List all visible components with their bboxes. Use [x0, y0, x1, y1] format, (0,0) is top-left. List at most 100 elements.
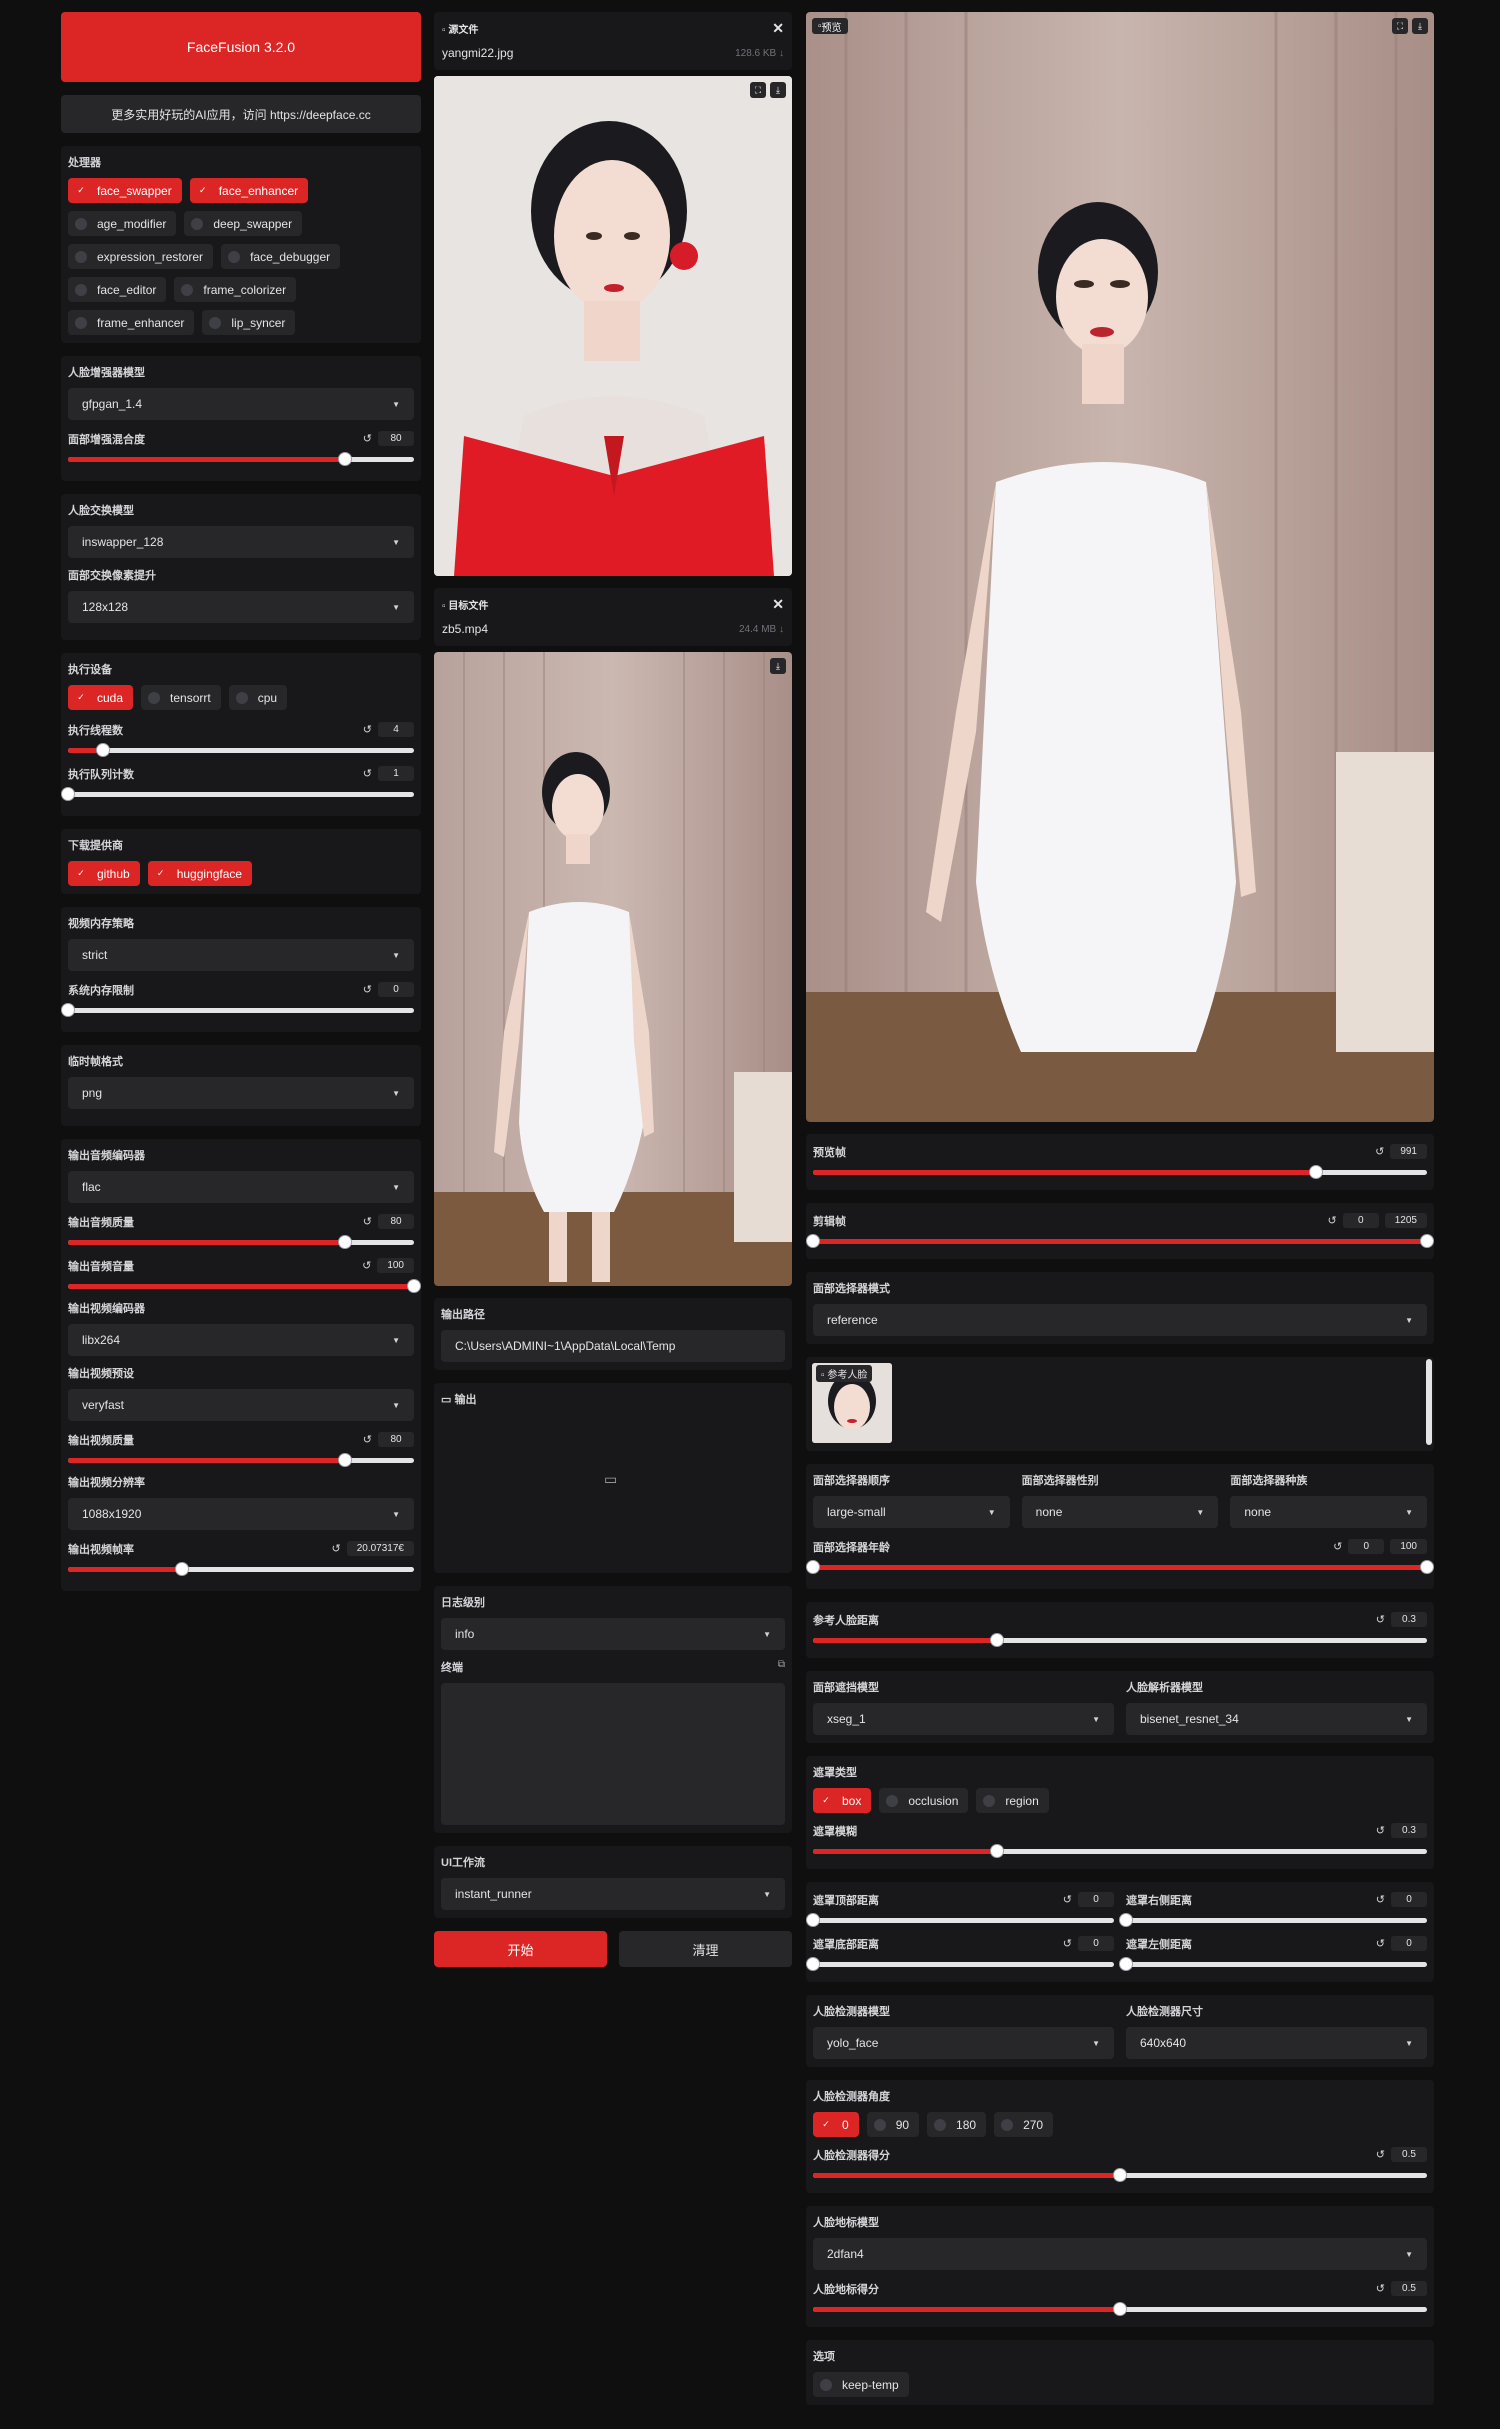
option-checkbox[interactable]: keep-temp	[813, 2372, 909, 2397]
reset-icon: ↺	[1375, 1825, 1385, 1837]
audio-encoder-label: 输出音频编码器	[68, 1150, 145, 1162]
temp-format-label: 临时帧格式	[68, 1056, 123, 1068]
log-level-dropdown[interactable]: info ▼	[441, 1618, 785, 1650]
app-title-button[interactable]: FaceFusion 3.2.0	[61, 12, 421, 82]
detector-angle-checkbox[interactable]: 270	[994, 2112, 1054, 2137]
audio-volume-slider[interactable]: 输出音频音量 ↺ 100	[68, 1256, 421, 1296]
detector-score-slider[interactable]: 人脸检测器得分 ↺ 0.5	[813, 2145, 1427, 2185]
landmarker-score-slider[interactable]: 人脸地标得分 ↺ 0.5	[813, 2279, 1427, 2319]
enhancer-blend-slider[interactable]: 面部增强混合度 ↺ 80	[68, 429, 414, 469]
reference-distance-slider[interactable]: 参考人脸距离 ↺ 0.3	[813, 1610, 1427, 1650]
detector-size-dropdown[interactable]: 640x640 ▼	[1126, 2027, 1427, 2059]
video-encoder-dropdown[interactable]: libx264 ▼	[68, 1324, 414, 1356]
temp-format-dropdown[interactable]: png ▼	[68, 1077, 414, 1109]
close-icon[interactable]: ✕	[772, 20, 784, 37]
selector-mode-dropdown[interactable]: reference ▼	[813, 1304, 1427, 1336]
source-image: ⛶ ⤓	[434, 76, 792, 576]
video-quality-slider[interactable]: 输出视频质量 ↺ 80	[68, 1430, 414, 1470]
dropdown-arrow-icon: ▼	[392, 399, 400, 409]
mask-type-checkbox[interactable]: ✓ box	[813, 1788, 872, 1813]
landmarker-model-dropdown[interactable]: 2dfan4 ▼	[813, 2238, 1427, 2270]
mask-blur-slider[interactable]: 遮罩模糊 ↺ 0.3	[813, 1821, 1427, 1861]
reset-icon: ↺	[1333, 1541, 1343, 1553]
processor-checkbox[interactable]: frame_colorizer	[174, 277, 297, 302]
processor-checkbox[interactable]: ✓ face_swapper	[68, 178, 182, 203]
trim-frame-slider[interactable]: 剪辑帧 ↺ 0 1205	[806, 1211, 1434, 1251]
close-icon[interactable]: ✕	[772, 596, 784, 613]
fullscreen-icon[interactable]: ⛶	[750, 82, 766, 98]
slider-handle	[1119, 1957, 1133, 1971]
reset-icon: ↺	[1327, 1215, 1337, 1227]
download-provider-checkbox[interactable]: ✓ github	[68, 861, 140, 886]
occluder-dropdown[interactable]: xseg_1 ▼	[813, 1703, 1114, 1735]
reset-icon: ↺	[1375, 1894, 1385, 1906]
checkbox-icon	[873, 2118, 886, 2131]
parser-dropdown[interactable]: bisenet_resnet_34 ▼	[1126, 1703, 1427, 1735]
enhancer-model-dropdown[interactable]: gfpgan_1.4 ▼	[68, 388, 414, 420]
audio-quality-slider[interactable]: 输出音频质量 ↺ 80	[68, 1212, 414, 1252]
fullscreen-icon[interactable]: ⛶	[1392, 18, 1408, 34]
execution-provider-checkbox[interactable]: cpu	[228, 685, 288, 710]
processor-checkbox[interactable]: face_editor	[68, 277, 167, 302]
swapper-model-dropdown[interactable]: inswapper_128 ▼	[68, 526, 414, 558]
video-resolution-dropdown[interactable]: 1088x1920 ▼	[68, 1498, 414, 1530]
scrollbar[interactable]	[1426, 1359, 1432, 1445]
download-icon[interactable]: ⤓	[770, 82, 786, 98]
preview-image: ▫ 预览 ⛶ ⤓	[806, 12, 1434, 1122]
execution-provider-checkbox[interactable]: tensorrt	[141, 685, 221, 710]
detector-model-dropdown[interactable]: yolo_face ▼	[813, 2027, 1114, 2059]
processor-checkbox[interactable]: age_modifier	[68, 211, 177, 236]
target-file-name[interactable]: zb5.mp4	[442, 622, 488, 636]
start-button[interactable]: 开始	[434, 1931, 607, 1967]
download-icon[interactable]: ⤓	[1412, 18, 1428, 34]
slider-handle	[806, 1957, 820, 1971]
mask-bottom-slider[interactable]: 遮罩底部距离 ↺ 0	[806, 1934, 1114, 1974]
video-preset-dropdown[interactable]: veryfast ▼	[68, 1389, 414, 1421]
detector-angle-checkbox[interactable]: 90	[866, 2112, 920, 2137]
processor-checkbox[interactable]: frame_enhancer	[68, 310, 195, 335]
processor-checkbox[interactable]: ✓ face_enhancer	[189, 178, 309, 203]
checkmark-icon: ✓	[198, 185, 207, 195]
swapper-boost-dropdown[interactable]: 128x128 ▼	[68, 591, 414, 623]
download-provider-checkbox[interactable]: ✓ huggingface	[147, 861, 253, 886]
processor-checkbox[interactable]: face_debugger	[221, 244, 341, 269]
clear-button[interactable]: 清理	[619, 1931, 792, 1967]
selector-filters-panel: 面部选择器顺序 large-small ▼ 面部选择器性别 none ▼ 面部选择器…	[806, 1464, 1434, 1589]
mask-right-slider[interactable]: 遮罩右侧距离 ↺ 0	[1119, 1890, 1427, 1930]
dropdown-arrow-icon: ▼	[987, 1507, 996, 1517]
banner[interactable]: 更多实用好玩的AI应用，访问 https://deepface.cc	[61, 95, 421, 133]
selector-gender-dropdown[interactable]: none ▼	[1021, 1496, 1219, 1528]
video-fps-slider[interactable]: 输出视频帧率 ↺ 20.07317€	[68, 1539, 414, 1579]
source-file-name[interactable]: yangmi22.jpg	[442, 46, 513, 60]
processor-checkbox[interactable]: expression_restorer	[68, 244, 214, 269]
output-path-input[interactable]: C:\Users\ADMINI~1\AppData\Local\Temp	[441, 1330, 785, 1362]
memory-limit-slider[interactable]: 系统内存限制 ↺ 0	[61, 980, 414, 1020]
mask-type-checkbox[interactable]: region	[976, 1788, 1049, 1813]
detector-angle-checkbox[interactable]: ✓ 0	[813, 2112, 859, 2137]
mask-type-checkbox[interactable]: occlusion	[879, 1788, 969, 1813]
processor-checkbox[interactable]: lip_syncer	[202, 310, 296, 335]
detector-angle-checkbox[interactable]: 180	[927, 2112, 987, 2137]
selector-race-dropdown[interactable]: none ▼	[1230, 1496, 1428, 1528]
target-video[interactable]: ⤓	[434, 652, 792, 1286]
download-icon[interactable]: ⤓	[770, 658, 786, 674]
workflow-dropdown[interactable]: instant_runner ▼	[441, 1878, 785, 1910]
selector-order-dropdown[interactable]: large-small ▼	[813, 1496, 1010, 1528]
download-label: 下载提供商	[68, 840, 123, 852]
queue-slider[interactable]: 执行队列计数 ↺ 1	[61, 764, 414, 804]
processor-checkbox[interactable]: deep_swapper	[184, 211, 303, 236]
copy-icon[interactable]: ⧉	[778, 1659, 785, 1683]
mask-top-slider[interactable]: 遮罩顶部距离 ↺ 0	[806, 1890, 1114, 1930]
processors-list: ✓ face_swapper ✓ face_enhancer age_modifier d…	[68, 178, 414, 335]
audio-encoder-dropdown[interactable]: flac ▼	[68, 1171, 414, 1203]
selector-age-slider[interactable]: 面部选择器年龄 ↺ 0 100	[806, 1537, 1434, 1577]
execution-provider-checkbox[interactable]: ✓ cuda	[68, 685, 134, 710]
preview-frame-slider[interactable]: 预览帧 ↺ 991	[813, 1142, 1427, 1182]
memory-strategy-dropdown[interactable]: strict ▼	[68, 939, 414, 971]
detector-model-label: 人脸检测器模型	[813, 2006, 890, 2018]
threads-slider[interactable]: 执行线程数 ↺ 4	[68, 720, 414, 760]
terminal-label: 终端	[441, 1662, 463, 1674]
detector-angles-list: ✓ 0 90 180 270	[813, 2112, 1427, 2137]
mask-left-slider[interactable]: 遮罩左侧距离 ↺ 0	[1119, 1934, 1427, 1974]
terminal-output[interactable]	[441, 1683, 785, 1825]
